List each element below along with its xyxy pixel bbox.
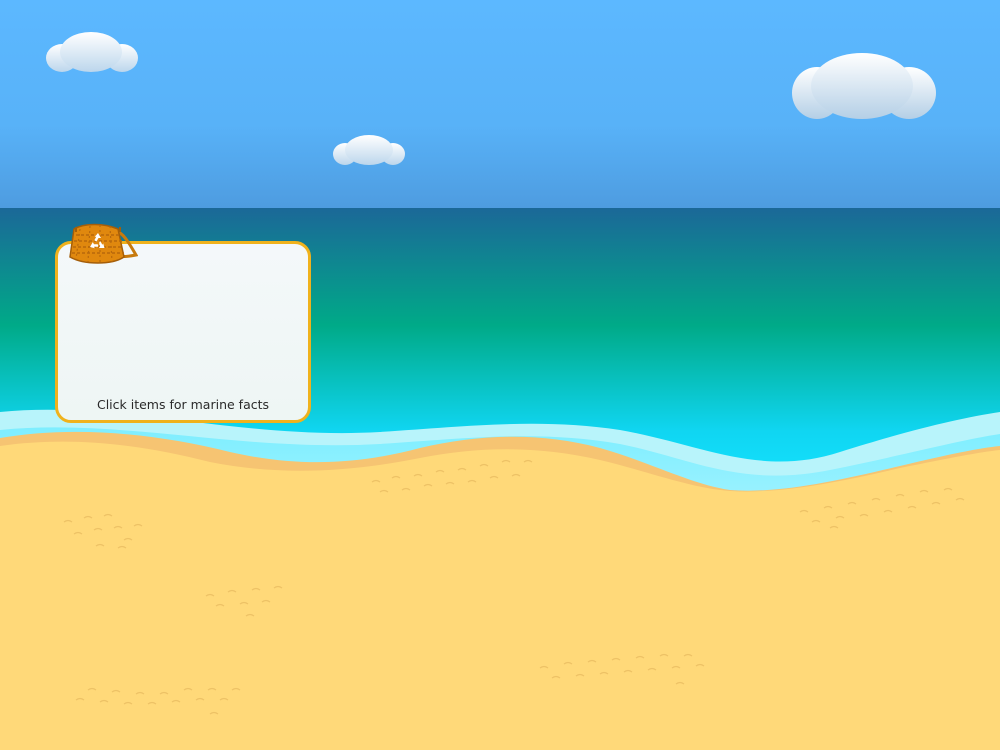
cloud-icon [333,135,405,165]
beach-scene: Click items for marine facts [0,0,1000,750]
cloud-icon [46,32,138,72]
cloud-icon [792,53,936,119]
sand [0,441,1000,750]
panel-hint-text: Click items for marine facts [96,397,270,412]
info-panel: Click items for marine facts [55,241,311,423]
recycle-basket-icon[interactable] [64,223,138,267]
